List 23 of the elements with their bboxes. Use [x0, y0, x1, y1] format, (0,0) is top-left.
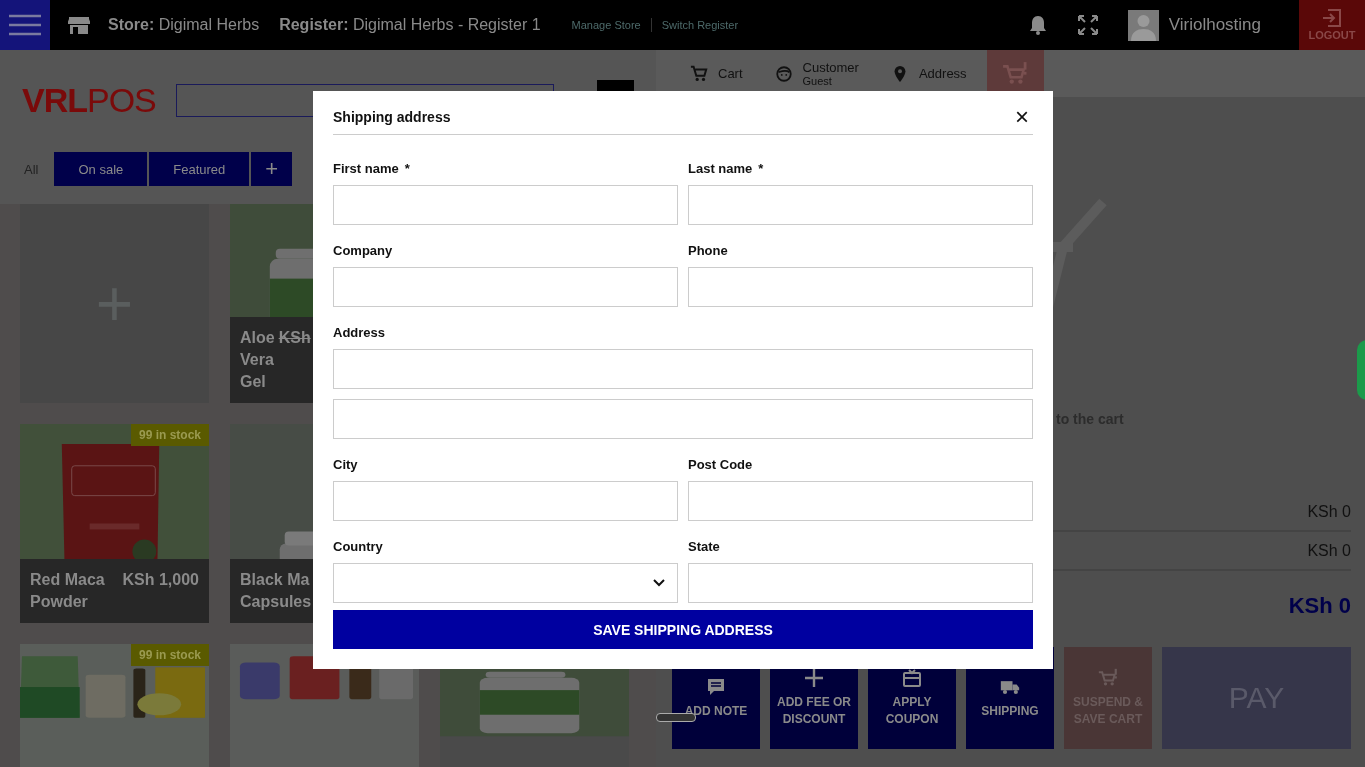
register-info: Register: Digimal Herbs - Register 1	[279, 16, 541, 34]
field-label: Post Code	[688, 457, 754, 473]
field-label: State	[688, 539, 721, 555]
field-label: First name *	[333, 161, 411, 177]
product-name: Black Ma Capsules	[240, 570, 313, 612]
total-value: KSh 0	[1307, 541, 1351, 560]
total-value: KSh 0	[1307, 502, 1351, 521]
field-label: Phone	[688, 243, 729, 259]
product-price: KSh	[278, 328, 311, 348]
field-label: Company	[333, 243, 394, 259]
dialog-title: Shipping address	[333, 108, 451, 125]
field-label: Address	[333, 325, 387, 341]
store-info: Store: Digimal Herbs	[108, 16, 260, 34]
product-name: Aloe Vera Gel	[240, 328, 275, 392]
product-price: KSh 1,000	[122, 570, 199, 590]
stock-badge: 99 in stock	[130, 644, 209, 666]
logo: VRLPOS	[22, 80, 156, 120]
field-label: Country	[333, 539, 384, 555]
field-label: Last name *	[688, 161, 765, 177]
field-label: City	[333, 457, 359, 473]
stock-badge: 99 in stock	[130, 424, 209, 446]
product-name: Red Maca Powder	[30, 570, 106, 612]
grand-total: KSh 0	[1288, 593, 1351, 619]
